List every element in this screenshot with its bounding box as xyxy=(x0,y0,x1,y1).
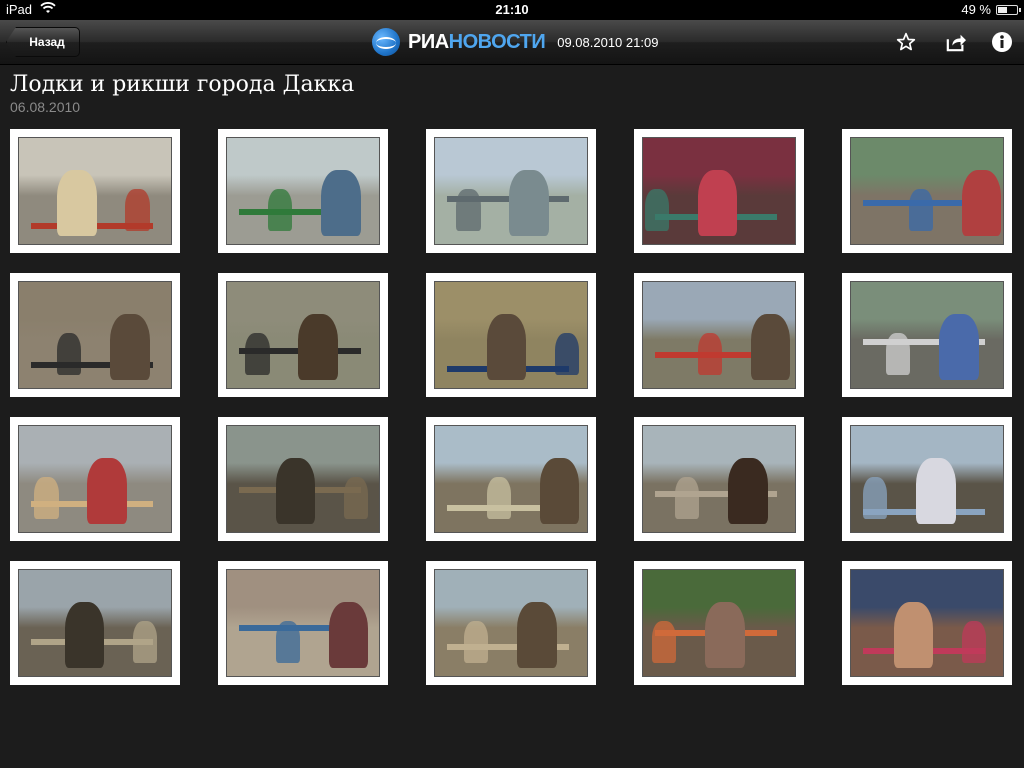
photo-image xyxy=(850,569,1004,677)
photo-thumbnail[interactable] xyxy=(634,417,804,541)
back-button[interactable]: Назад xyxy=(6,27,80,57)
photo-image xyxy=(434,425,588,533)
photo-image xyxy=(850,425,1004,533)
photo-image xyxy=(434,281,588,389)
photo-thumbnail[interactable] xyxy=(634,273,804,397)
navigation-bar: Назад РИАНОВОСТИ 09.08.2010 21:09 xyxy=(0,20,1024,65)
photo-image xyxy=(434,137,588,245)
brand-novosti: НОВОСТИ xyxy=(448,30,546,53)
page-title: Лодки и рикши города Дакка xyxy=(10,72,355,97)
info-icon[interactable] xyxy=(990,30,1014,54)
photo-thumbnail[interactable] xyxy=(426,417,596,541)
photo-thumbnail[interactable] xyxy=(426,273,596,397)
globe-icon xyxy=(372,28,400,56)
photo-image xyxy=(18,425,172,533)
photo-image xyxy=(642,569,796,677)
photo-image xyxy=(18,281,172,389)
photo-image xyxy=(642,281,796,389)
photo-image xyxy=(850,281,1004,389)
photo-thumbnail[interactable] xyxy=(842,561,1012,685)
photo-thumbnail[interactable] xyxy=(426,561,596,685)
photo-thumbnail[interactable] xyxy=(634,561,804,685)
status-time: 21:10 xyxy=(495,2,529,17)
photo-image xyxy=(226,137,380,245)
photo-thumbnail[interactable] xyxy=(842,417,1012,541)
photo-image xyxy=(18,137,172,245)
battery-icon xyxy=(996,4,1021,15)
photo-thumbnail[interactable] xyxy=(426,129,596,253)
share-icon[interactable] xyxy=(944,30,968,54)
photo-thumbnail[interactable] xyxy=(10,561,180,685)
battery-percent: 49 % xyxy=(961,2,991,17)
brand-ria: РИА xyxy=(408,30,449,53)
photo-image xyxy=(18,569,172,677)
photo-thumbnail[interactable] xyxy=(10,417,180,541)
photo-image xyxy=(226,569,380,677)
photo-image xyxy=(642,137,796,245)
photo-image xyxy=(850,137,1004,245)
photo-image xyxy=(434,569,588,677)
photo-thumbnail[interactable] xyxy=(218,417,388,541)
photo-image xyxy=(226,425,380,533)
brand-name: РИАНОВОСТИ xyxy=(408,30,546,54)
photo-image xyxy=(642,425,796,533)
photo-thumbnail[interactable] xyxy=(10,129,180,253)
photo-thumbnail[interactable] xyxy=(218,273,388,397)
article-date: 06.08.2010 xyxy=(10,99,81,115)
photo-thumbnail[interactable] xyxy=(218,561,388,685)
brand-logo: РИАНОВОСТИ 09.08.2010 21:09 xyxy=(372,28,658,56)
photo-thumbnail[interactable] xyxy=(218,129,388,253)
photo-thumbnail[interactable] xyxy=(842,129,1012,253)
status-bar: iPad 21:10 49 % xyxy=(0,0,1024,20)
publish-datetime: 09.08.2010 21:09 xyxy=(557,34,659,50)
photo-image xyxy=(226,281,380,389)
star-icon[interactable] xyxy=(894,30,918,54)
photo-thumbnail[interactable] xyxy=(842,273,1012,397)
photo-thumbnail[interactable] xyxy=(10,273,180,397)
photo-thumbnail[interactable] xyxy=(634,129,804,253)
